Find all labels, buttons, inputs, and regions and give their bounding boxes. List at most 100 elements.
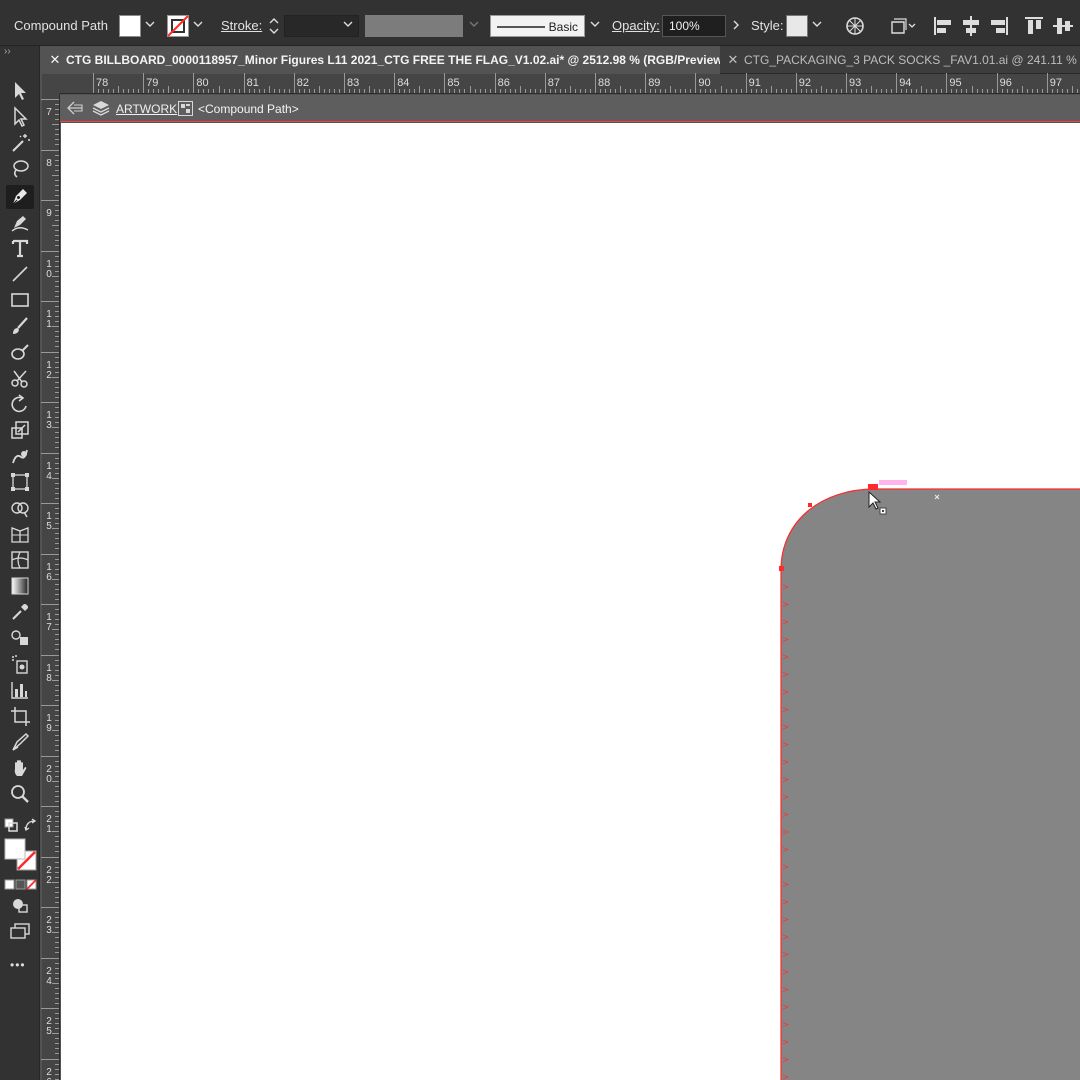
ruler-tick [52, 376, 59, 378]
ruler-label: 82 [296, 77, 310, 89]
ruler-tick [55, 361, 59, 363]
pen-tool-icon[interactable] [6, 185, 34, 209]
artboard-canvas[interactable] [61, 123, 1080, 1080]
type-tool-icon[interactable] [6, 237, 34, 261]
ruler-origin[interactable] [42, 74, 60, 94]
shaper-tool-icon[interactable] [6, 341, 34, 365]
symbol-sprayer-tool-icon[interactable] [6, 653, 34, 677]
anchor-point-selected[interactable] [868, 484, 878, 490]
line-segment-tool-icon[interactable] [6, 263, 34, 287]
ruler-tick [55, 765, 59, 767]
warp-tool-icon[interactable] [6, 445, 34, 469]
gradient-tool-icon[interactable] [6, 575, 34, 599]
column-graph-tool-icon[interactable] [6, 679, 34, 703]
curvature-tool-icon[interactable] [6, 211, 34, 235]
recolor-artwork-icon[interactable] [843, 14, 867, 38]
anchor-point[interactable] [779, 566, 784, 571]
ruler-tick [55, 144, 59, 146]
anchor-point[interactable] [808, 503, 812, 507]
graphic-style-swatch[interactable] [786, 15, 808, 37]
opacity-chevron-icon[interactable] [728, 16, 744, 34]
rotate-tool-icon[interactable] [6, 393, 34, 417]
ruler-tick [55, 967, 59, 969]
zoom-tool-icon[interactable] [6, 783, 34, 807]
close-tab-icon[interactable]: ✕ [722, 46, 744, 74]
ruler-tick [55, 886, 59, 888]
rectangle-tool-icon[interactable] [6, 289, 34, 313]
hand-tool-icon[interactable] [6, 757, 34, 781]
eyedropper-tool-icon[interactable] [6, 601, 34, 625]
transform-dropdown-icon[interactable] [888, 14, 918, 38]
free-transform-tool-icon[interactable] [6, 471, 34, 495]
back-arrow-icon[interactable] [66, 101, 84, 120]
horizontal-ruler[interactable]: 78 79 80 81 82 83 84 85 86 87 88 89 90 91 92 93 94 95 96 97 [60, 73, 1080, 94]
ruler-tick [55, 699, 59, 701]
stroke-label[interactable]: Stroke: [221, 18, 262, 33]
align-left-icon[interactable] [931, 14, 955, 38]
draw-mode-icon[interactable] [6, 894, 34, 918]
magic-wand-tool-icon[interactable] [6, 132, 34, 156]
edit-toolbar-more-icon[interactable]: ••• [10, 958, 26, 972]
mesh-tool-icon[interactable] [6, 549, 34, 573]
default-fill-stroke-icon[interactable] [4, 818, 18, 832]
ruler-tick [549, 89, 551, 93]
tab-inactive-document[interactable]: ✕ CTG_PACKAGING_3 PACK SOCKS _FAV1.01.ai … [722, 46, 1080, 74]
scale-tool-icon[interactable] [6, 419, 34, 443]
stroke-dropdown-chevron-icon[interactable] [190, 16, 206, 34]
artboard-tool-icon[interactable] [6, 705, 34, 729]
lasso-tool-icon[interactable] [6, 158, 34, 182]
vertical-ruler[interactable]: 7 8 9 10 11 12 13 14 15 16 17 18 19 20 21 22 23 24 25 26 [41, 94, 60, 1080]
opacity-label[interactable]: Opacity: [612, 18, 660, 33]
ruler-tick [55, 997, 59, 999]
ruler-tick [55, 270, 59, 272]
ruler-label: 96 [999, 77, 1012, 89]
ruler-tick [569, 86, 571, 93]
scissors-tool-icon[interactable] [6, 367, 34, 391]
ruler-tick [55, 876, 59, 878]
fill-swatch[interactable] [119, 15, 141, 37]
align-vertical-center-icon[interactable] [1051, 14, 1075, 38]
ruler-tick [916, 89, 918, 93]
brush-definition-chevron-icon[interactable] [587, 16, 603, 34]
selection-tool-icon[interactable] [6, 80, 34, 104]
ruler-tick [55, 220, 59, 222]
ruler-tick [55, 533, 59, 535]
perspective-grid-tool-icon[interactable] [6, 523, 34, 547]
ruler-label: 81 [246, 77, 259, 89]
align-horizontal-center-icon[interactable] [959, 14, 983, 38]
stroke-none-swatch[interactable] [167, 15, 189, 37]
variable-width-profile[interactable] [365, 15, 463, 37]
ruler-tick [41, 856, 59, 858]
screen-mode-icon[interactable] [6, 920, 34, 944]
graphic-style-chevron-icon[interactable] [809, 16, 825, 34]
tab-active-document[interactable]: ✕ CTG BILLBOARD_0000118957_Minor Figures … [44, 46, 720, 74]
paintbrush-tool-icon[interactable] [6, 315, 34, 339]
ruler-tick [293, 73, 295, 93]
stroke-weight-chevron-icon[interactable] [340, 16, 356, 34]
align-right-icon[interactable] [987, 14, 1011, 38]
ruler-tick [55, 119, 59, 121]
blend-tool-icon[interactable] [6, 627, 34, 651]
ruler-tick [409, 89, 411, 93]
slice-tool-icon[interactable] [6, 731, 34, 755]
stroke-weight-stepper-icon[interactable] [266, 14, 282, 38]
close-tab-icon[interactable]: ✕ [44, 46, 66, 74]
ruler-tick [158, 89, 160, 93]
direct-selection-tool-icon[interactable] [6, 106, 34, 130]
ruler-tick [825, 89, 827, 93]
ruler-tick [41, 654, 59, 656]
brush-definition[interactable]: Basic [490, 15, 585, 37]
compound-path-shape[interactable] [781, 489, 1080, 1080]
shape-builder-tool-icon[interactable] [6, 497, 34, 521]
color-mode-buttons[interactable] [4, 878, 38, 890]
panel-grip[interactable]: ›› [4, 46, 11, 57]
isolation-layer-link[interactable]: ARTWORK [116, 102, 177, 116]
swap-fill-stroke-icon[interactable] [24, 818, 38, 832]
opacity-input[interactable]: 100% [662, 15, 726, 37]
ruler-tick [55, 356, 59, 358]
variable-width-chevron-icon[interactable] [466, 16, 482, 34]
fill-dropdown-chevron-icon[interactable] [142, 16, 158, 34]
ruler-tick [263, 89, 265, 93]
fill-stroke-selector[interactable] [4, 838, 38, 872]
align-top-icon[interactable] [1022, 14, 1046, 38]
